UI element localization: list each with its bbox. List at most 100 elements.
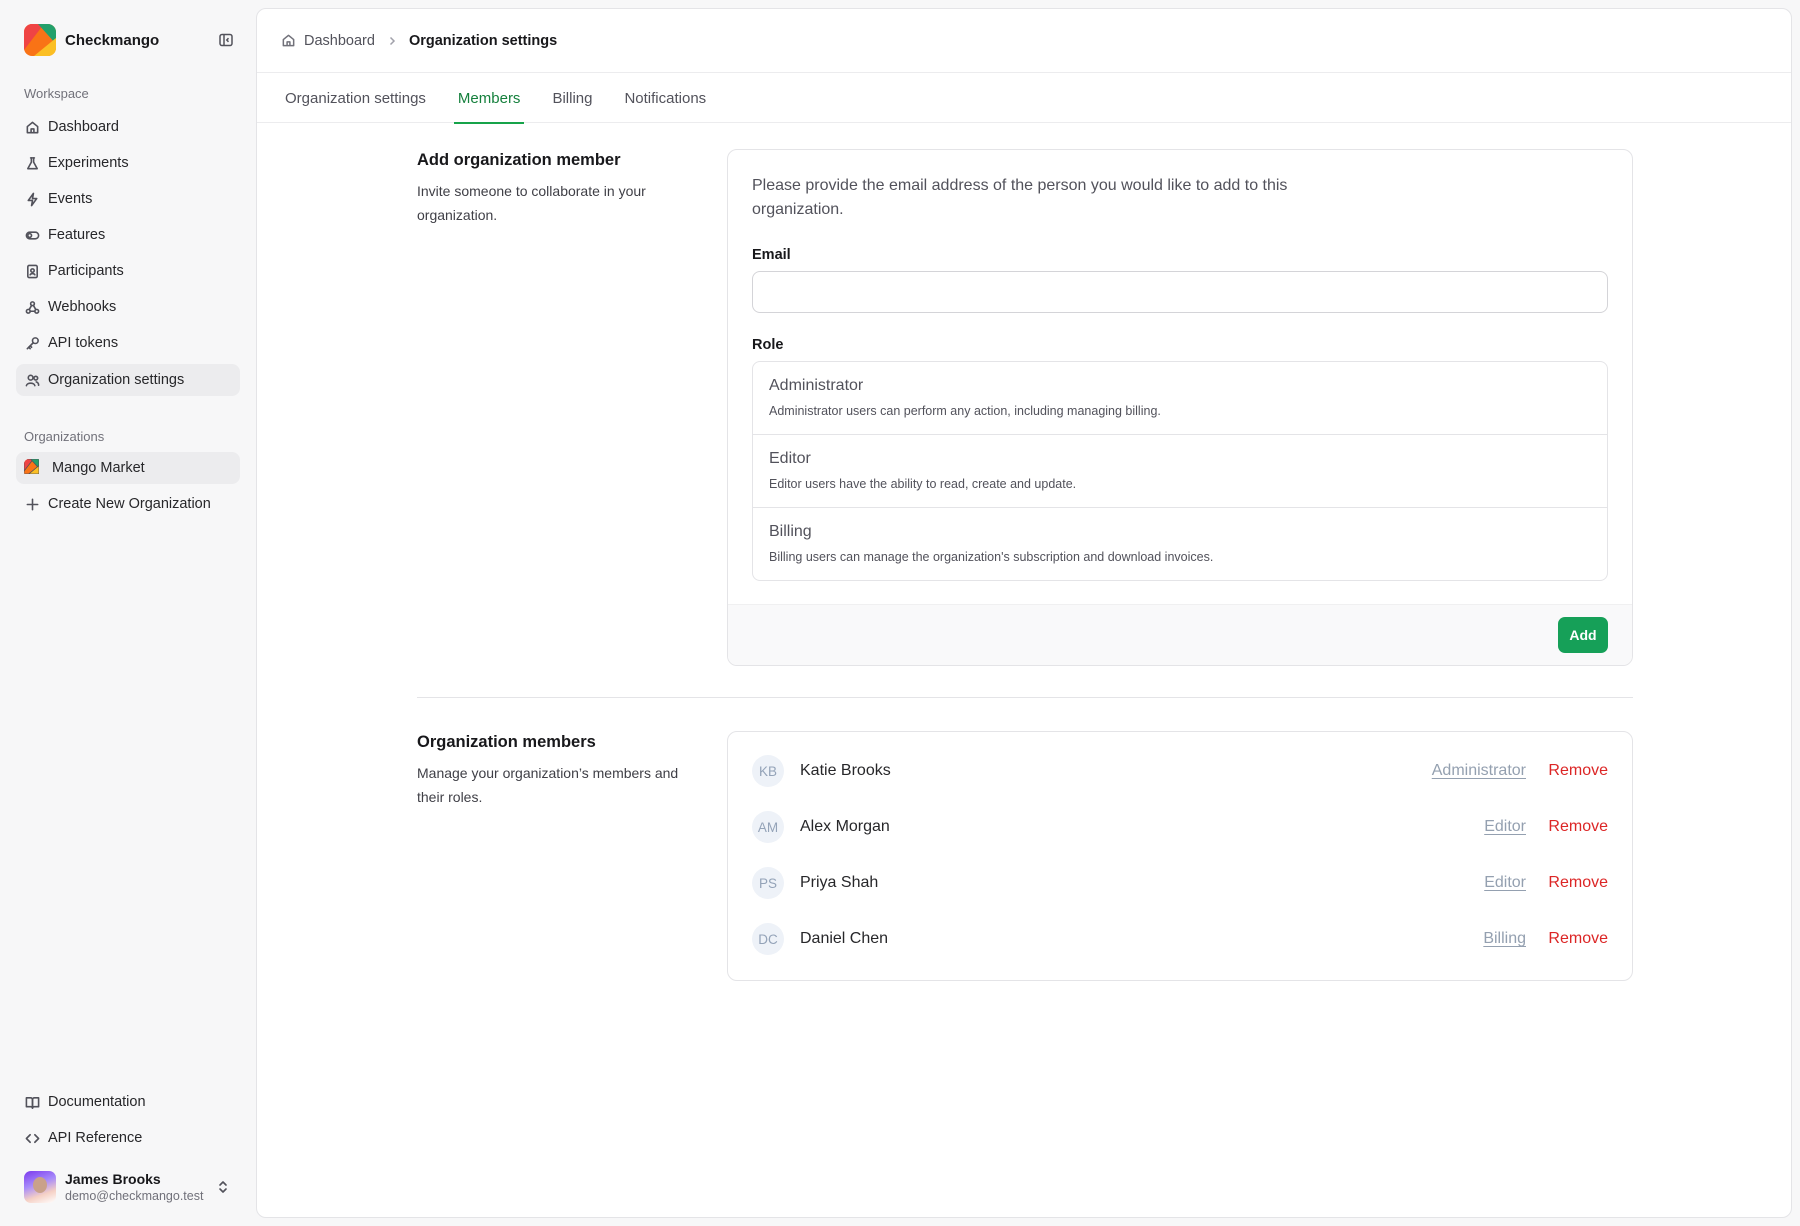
breadcrumb: Dashboard Organization settings [281,33,557,49]
tab-notifications[interactable]: Notifications [624,73,706,123]
sidebar-link-documentation[interactable]: Documentation [16,1086,240,1118]
role-option-name: Editor [769,450,811,467]
role-option-description: Administrator users can perform any acti… [769,404,1161,418]
sidebar-item-label: Features [48,227,106,243]
add-member-title: Add organization member [417,151,621,169]
id-badge-icon [24,263,40,279]
members-card: KB Katie Brooks Administrator Remove AM … [727,731,1633,981]
remove-member-button[interactable]: Remove [1548,762,1608,780]
sidebar-item-label: API tokens [48,335,119,351]
role-option-name: Billing [769,523,812,540]
breadcrumb-current: Organization settings [408,32,558,49]
member-row: PS Priya Shah Editor Remove [752,867,1608,899]
members-title: Organization members [417,733,596,751]
member-name: Katie Brooks [800,762,891,779]
org-item-mango-market[interactable]: Mango Market [16,452,240,484]
home-icon[interactable] [281,33,296,48]
tab-members[interactable]: Members [453,73,524,124]
toggle-icon [24,227,40,243]
org-item-label: Mango Market [52,460,145,476]
sidebar-item-label: Dashboard [48,119,119,135]
webhook-icon [24,299,40,315]
sidebar-item-label: Events [48,191,93,207]
sidebar-item-events[interactable]: Events [16,183,240,215]
sidebar-item-label: Organization settings [48,372,185,388]
member-role-link[interactable]: Billing [1483,930,1526,948]
home-icon [24,119,40,135]
code-icon [24,1130,40,1146]
remove-member-button[interactable]: Remove [1548,818,1608,836]
member-row: DC Daniel Chen Billing Remove [752,923,1608,955]
sidebar-item-api-tokens[interactable]: API tokens [16,327,240,359]
bolt-icon [24,191,40,207]
section-divider [417,697,1633,698]
remove-member-button[interactable]: Remove [1548,930,1608,948]
add-member-button[interactable]: Add [1558,617,1608,653]
breadcrumb-dashboard[interactable]: Dashboard [304,33,375,49]
sidebar-item-webhooks[interactable]: Webhooks [16,291,240,323]
sidebar-link-label: Documentation [48,1094,146,1110]
app-name: Checkmango [65,31,160,49]
sidebar-item-organization-settings[interactable]: Organization settings [16,364,240,396]
flask-icon [24,155,40,171]
member-row: KB Katie Brooks Administrator Remove [752,755,1608,787]
sidebar-item-label: Experiments [48,155,129,171]
chevron-up-down-icon[interactable] [216,1179,230,1199]
add-member-card: Please provide the email address of the … [727,149,1633,666]
add-member-intro: Please provide the email address of the … [752,177,1288,218]
chevron-right-icon [387,36,397,46]
add-member-footer: Add [728,604,1632,665]
sidebar-item-experiments[interactable]: Experiments [16,147,240,179]
member-name: Alex Morgan [800,818,890,835]
member-role-link[interactable]: Administrator [1432,762,1526,780]
sidebar-item-participants[interactable]: Participants [16,255,240,287]
member-name: Daniel Chen [800,930,889,947]
tab-organization-settings[interactable]: Organization settings [285,73,426,123]
sidebar-link-api-reference[interactable]: API Reference [16,1122,240,1154]
main-panel: Dashboard Organization settings Organiza… [256,8,1792,1218]
member-role-link[interactable]: Editor [1484,818,1526,836]
user-menu[interactable]: James Brooks demo@checkmango.test [24,1169,240,1205]
sidebar: Checkmango Workspace Dashboard Experimen… [0,0,256,1226]
add-member-description: Invite someone to collaborate in your or… [417,183,646,223]
members-description: Manage your organization’s members and t… [417,765,679,805]
sidebar-link-label: API Reference [48,1130,143,1146]
role-option-editor[interactable]: Editor Editor users have the ability to … [753,435,1607,508]
member-avatar: DC [752,923,784,955]
user-email: demo@checkmango.test [65,1188,204,1203]
topbar: Dashboard Organization settings [257,9,1791,73]
avatar [24,1171,56,1203]
role-options: Administrator Administrator users can pe… [752,361,1608,581]
member-row: AM Alex Morgan Editor Remove [752,811,1608,843]
role-option-administrator[interactable]: Administrator Administrator users can pe… [753,362,1607,435]
member-avatar: AM [752,811,784,843]
book-icon [24,1094,40,1110]
checkmango-logo [24,24,56,56]
organizations-label: Organizations [24,429,105,444]
role-option-billing[interactable]: Billing Billing users can manage the org… [753,508,1607,580]
workspace-label: Workspace [24,86,89,101]
tab-billing[interactable]: Billing [552,73,592,123]
email-field[interactable] [752,271,1608,313]
member-avatar: KB [752,755,784,787]
role-label: Role [752,337,784,353]
member-role-link[interactable]: Editor [1484,874,1526,892]
remove-member-button[interactable]: Remove [1548,874,1608,892]
sidebar-item-features[interactable]: Features [16,219,240,251]
role-option-description: Editor users have the ability to read, c… [769,477,1077,491]
sidebar-item-label: Participants [48,263,124,279]
create-organization-label: Create New Organization [48,496,211,512]
tab-bar: Organization settings Members Billing No… [257,73,1791,124]
email-label: Email [752,247,791,263]
plus-icon [24,496,40,512]
role-option-name: Administrator [769,377,864,394]
create-organization-button[interactable]: Create New Organization [16,488,240,520]
user-name: James Brooks [65,1170,161,1187]
brand[interactable]: Checkmango [24,24,159,56]
member-avatar: PS [752,867,784,899]
sidebar-toggle-icon[interactable] [216,30,236,50]
sidebar-item-dashboard[interactable]: Dashboard [16,111,240,143]
sidebar-item-label: Webhooks [48,299,117,315]
key-icon [24,335,40,351]
member-name: Priya Shah [800,874,879,891]
